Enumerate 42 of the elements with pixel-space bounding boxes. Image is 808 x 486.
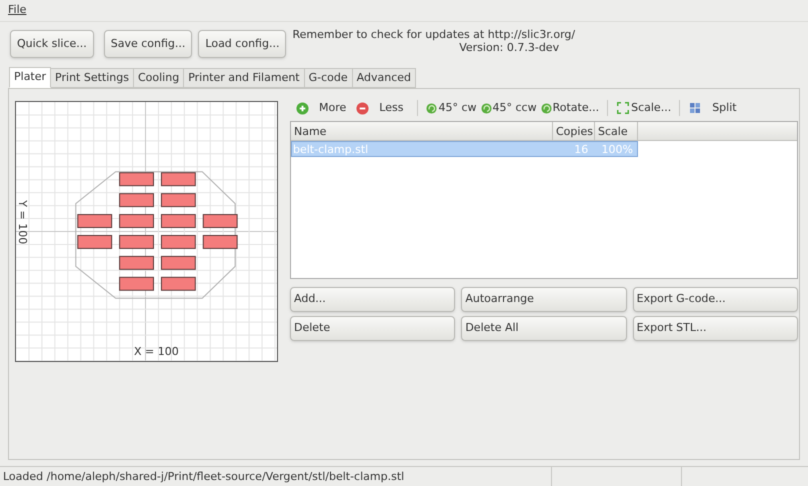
menu-item[interactable]: File: [8, 2, 26, 19]
action-button[interactable]: Add...: [290, 287, 456, 312]
tab[interactable]: Print Settings: [50, 68, 134, 88]
toolbar-button[interactable]: Save config...: [104, 30, 192, 58]
action-button[interactable]: Export STL...: [632, 316, 798, 341]
y-axis-label: Y = 100: [15, 200, 30, 244]
tab[interactable]: Plater: [9, 67, 52, 88]
status-text: Loaded /home/aleph/shared-j/Print/fleet-source/Vergent/stl/belt-clamp.stl: [0, 467, 552, 486]
table-cell-text: 16: [573, 142, 590, 156]
tab[interactable]: Advanced: [352, 68, 416, 88]
action-button[interactable]: Autoarrange: [461, 287, 627, 312]
toolbar-action[interactable]: Less: [356, 100, 404, 116]
toolbar-action[interactable]: 45° ccw: [480, 100, 537, 116]
rotate-icon: [426, 102, 438, 114]
toolbar-action[interactable]: More: [296, 100, 346, 116]
tab[interactable]: G-code: [304, 68, 353, 88]
action-button[interactable]: Delete: [290, 316, 456, 341]
tab[interactable]: Cooling: [132, 68, 184, 88]
toolbar-button[interactable]: Quick slice...: [10, 30, 94, 58]
plater-canvas[interactable]: Y = 100 X = 100: [15, 101, 278, 362]
toolbar-action[interactable]: Scale...: [616, 100, 672, 116]
version-text: Version: 0.7.3-dev: [459, 41, 560, 54]
rotate-icon: [540, 102, 552, 114]
tab[interactable]: Printer and Filament: [183, 68, 305, 88]
action-button[interactable]: Export G-code...: [632, 287, 798, 312]
update-notice: Remember to check for updates at http://slic3r.org/: [292, 28, 576, 41]
minus-icon: [356, 102, 370, 114]
column-header[interactable]: Scale: [595, 122, 638, 140]
rotate-icon: [480, 102, 492, 114]
table-cell-text: 100%: [600, 142, 634, 156]
table-cell-text: belt-clamp.stl: [292, 142, 370, 156]
action-button[interactable]: Delete All: [461, 316, 627, 341]
toolbar-action[interactable]: 45° cw: [426, 100, 476, 116]
scale-icon: [616, 101, 630, 115]
split-icon: [688, 101, 702, 115]
toolbar-button[interactable]: Load config...: [198, 30, 286, 58]
x-axis-label: X = 100: [134, 344, 179, 360]
column-header[interactable]: Copies: [553, 122, 595, 140]
plus-icon: [296, 102, 309, 114]
column-header[interactable]: Name: [291, 122, 553, 140]
toolbar-action[interactable]: Split: [688, 100, 737, 116]
toolbar-action[interactable]: Rotate...: [540, 100, 600, 116]
